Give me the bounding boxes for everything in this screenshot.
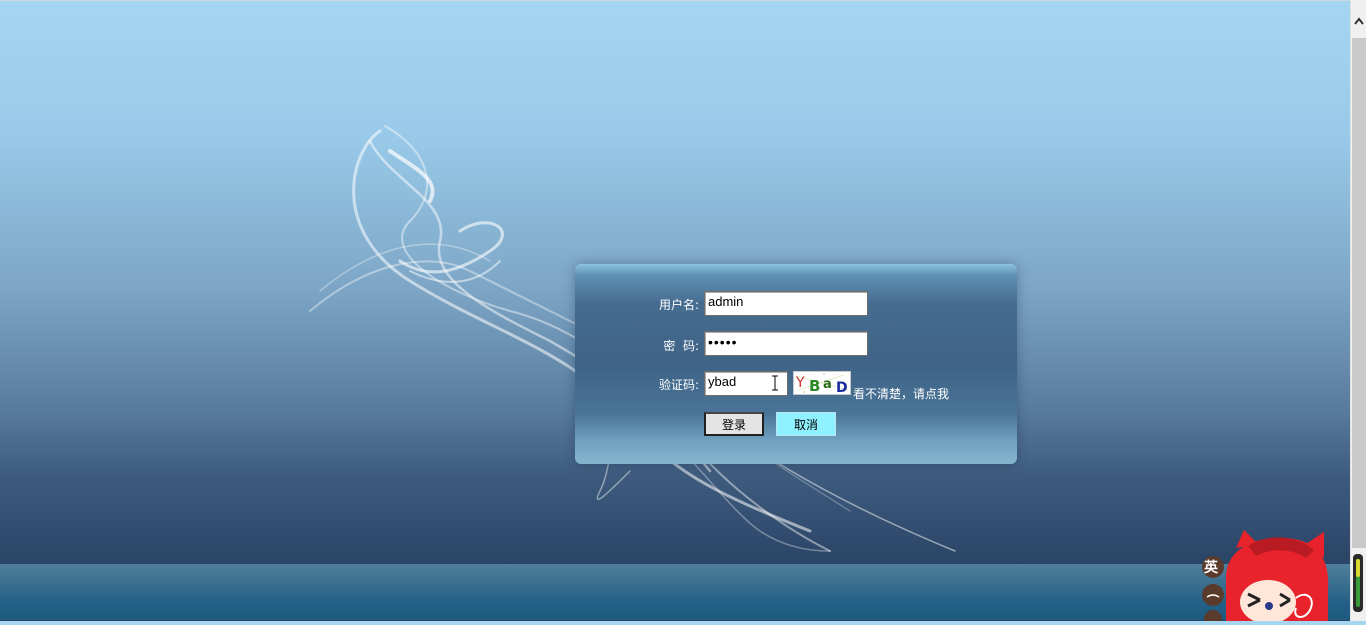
- password-input[interactable]: •••••: [704, 331, 868, 356]
- captcha-image[interactable]: Y B a D: [793, 371, 851, 396]
- i-beam-cursor-icon: [772, 375, 778, 391]
- red-fox-mascot-icon[interactable]: [1196, 528, 1336, 621]
- scroll-up-button[interactable]: [1351, 10, 1366, 32]
- cancel-button[interactable]: 取消: [776, 412, 836, 436]
- captcha-refresh-link[interactable]: 看不清楚，请点我: [853, 385, 949, 402]
- captcha-input-value: ybad: [708, 374, 737, 389]
- scrollbar-thumb[interactable]: [1352, 38, 1366, 548]
- login-panel: 用户名: admin 密 码: ••••• 验证码: ybad Y B a D …: [575, 264, 1017, 464]
- captcha-char-1: Y: [795, 375, 805, 391]
- username-label: 用户名:: [658, 298, 699, 312]
- footer-band: [0, 564, 1350, 620]
- captcha-input[interactable]: ybad: [704, 371, 788, 396]
- chevron-up-icon: [1354, 17, 1364, 25]
- captcha-label: 验证码:: [658, 378, 699, 392]
- captcha-image-graphic: Y B a D: [795, 373, 849, 396]
- captcha-char-2: B: [809, 377, 820, 394]
- login-button[interactable]: 登录: [704, 412, 764, 436]
- captcha-char-4: D: [836, 380, 848, 394]
- captcha-char-3: a: [823, 377, 832, 392]
- vertical-scrollbar[interactable]: [1350, 0, 1366, 621]
- username-input[interactable]: admin: [704, 291, 868, 316]
- password-label: 密 码:: [663, 339, 699, 353]
- gauge-widget-icon: [1353, 554, 1363, 612]
